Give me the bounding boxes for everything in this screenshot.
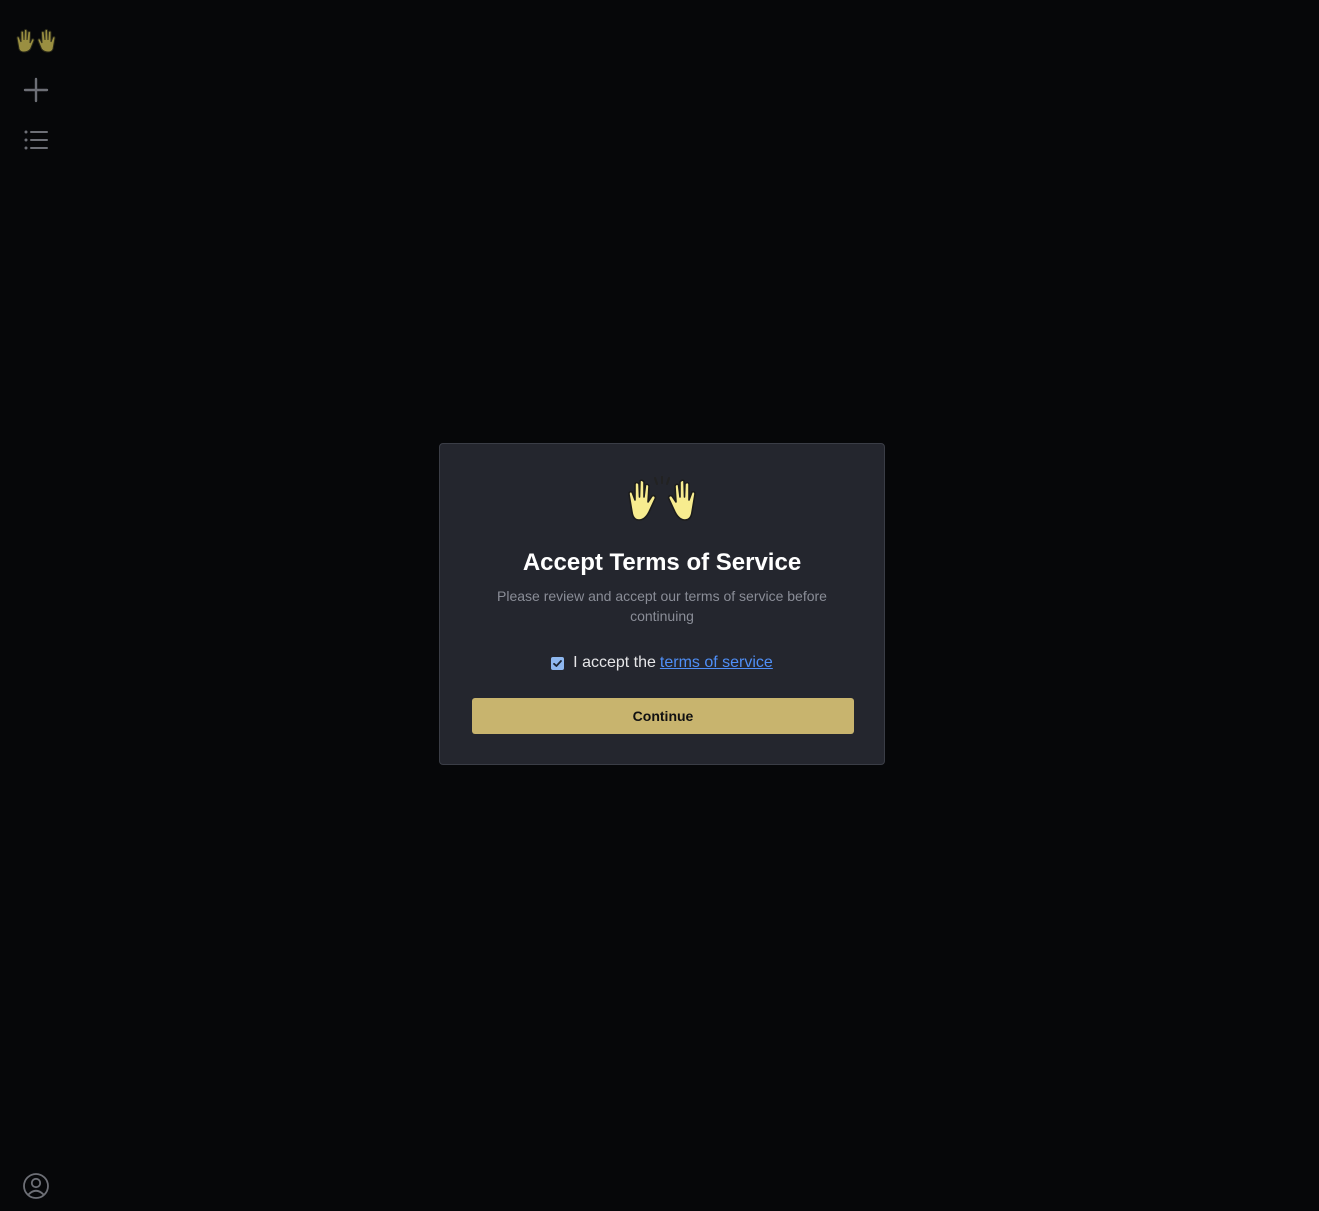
terms-modal: Accept Terms of Service Please review an… xyxy=(439,443,885,765)
checkmark-icon xyxy=(553,659,563,667)
app-root: Accept Terms of Service Please review an… xyxy=(0,0,1319,1211)
terms-of-service-link[interactable]: terms of service xyxy=(660,654,773,672)
continue-button[interactable]: Continue xyxy=(472,698,854,734)
plus-icon xyxy=(23,77,49,103)
raising-hands-icon[interactable] xyxy=(12,24,60,56)
history-list-button[interactable] xyxy=(16,120,56,160)
new-chat-button[interactable] xyxy=(16,70,56,110)
user-circle-icon xyxy=(23,1173,49,1199)
account-button[interactable] xyxy=(16,1166,56,1206)
accept-terms-label: I accept the xyxy=(573,654,656,671)
sidebar xyxy=(0,0,72,1211)
accept-terms-checkbox[interactable] xyxy=(551,656,565,670)
modal-description: Please review and accept our terms of se… xyxy=(497,588,827,624)
modal-title: Accept Terms of Service xyxy=(522,549,802,576)
list-icon xyxy=(24,130,48,150)
accept-terms-row: I accept the terms of service xyxy=(440,652,884,674)
raising-hands-icon xyxy=(440,476,884,524)
